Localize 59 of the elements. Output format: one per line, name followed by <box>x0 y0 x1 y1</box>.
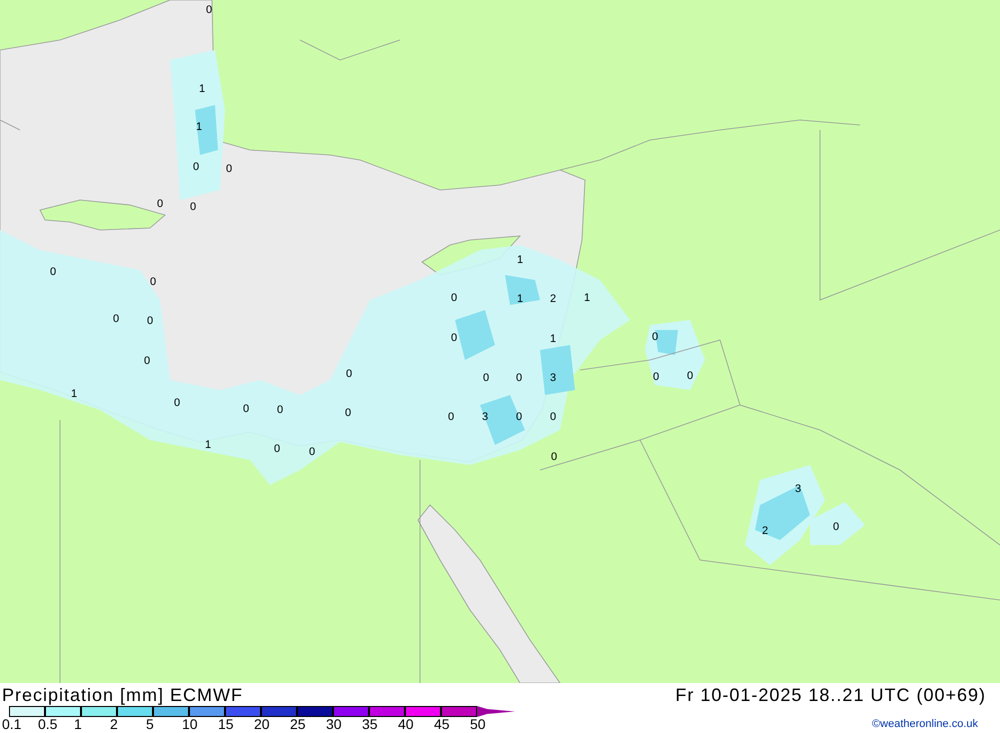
map-value-label: 0 <box>448 412 454 423</box>
map-value-label: 0 <box>687 371 694 382</box>
map-value-label: 1 <box>196 122 202 133</box>
map-value-label: 2 <box>550 294 556 305</box>
map-value-label: 1 <box>205 440 212 451</box>
map-value-label: 0 <box>150 277 156 288</box>
map-value-label: 3 <box>795 484 802 495</box>
legend-label: 0.5 <box>38 717 58 732</box>
map-value-label: 0 <box>346 369 352 380</box>
map-value-label: 0 <box>551 452 558 463</box>
map-value-label: 1 <box>71 389 78 400</box>
legend-label: 0.1 <box>2 717 22 732</box>
map-value-label: 0 <box>483 373 490 384</box>
legend-label: 30 <box>326 717 342 732</box>
valid-time: Fr 10-01-2025 18..21 UTC (00+69) <box>675 684 986 706</box>
map-value-label: 0 <box>113 314 120 325</box>
map-value-label: 0 <box>516 412 522 423</box>
map-value-label: 0 <box>833 522 840 533</box>
map-value-label: 0 <box>174 398 180 409</box>
map-value-label: 0 <box>274 444 280 455</box>
map-value-label: 0 <box>653 372 660 383</box>
legend-label: 45 <box>434 717 450 732</box>
legend-label: 2 <box>110 717 118 732</box>
legend-label: 25 <box>290 717 306 732</box>
legend-label: 50 <box>470 717 486 732</box>
map-value-label: 0 <box>206 5 212 16</box>
map-value-label: 1 <box>199 84 206 95</box>
map-value-label: 0 <box>652 332 658 343</box>
legend-label: 20 <box>254 717 270 732</box>
map-value-label: 1 <box>517 294 524 305</box>
legend-label: 10 <box>182 717 198 732</box>
map-value-label: 0 <box>243 404 250 415</box>
legend-label: 15 <box>218 717 234 732</box>
map-value-label: 0 <box>345 408 352 419</box>
map-value-label: 0 <box>516 373 522 384</box>
map-value-label: 3 <box>482 412 488 423</box>
map-value-label: 0 <box>309 447 316 458</box>
map-value-label: 3 <box>550 373 556 384</box>
legend-label: 1 <box>74 717 82 732</box>
map-value-label: 0 <box>190 202 196 213</box>
map-value-label: 0 <box>550 412 556 423</box>
map-value-label: 0 <box>50 267 56 278</box>
map-value-label: 1 <box>517 255 524 266</box>
legend-label: 35 <box>362 717 378 732</box>
map-value-label: 0 <box>193 162 200 173</box>
credit-link[interactable]: ©weatheronline.co.uk <box>872 716 978 732</box>
map-value-label: 0 <box>277 405 284 416</box>
legend-label: 40 <box>398 717 414 732</box>
map-value-label: 0 <box>451 293 458 304</box>
map-value-label: 0 <box>147 316 154 327</box>
map-value-label: 1 <box>584 293 590 304</box>
map-value-label: 1 <box>550 334 556 345</box>
map-value-label: 0 <box>226 164 232 175</box>
map-value-label: 2 <box>762 526 768 537</box>
chart-title: Precipitation [mm] ECMWF <box>2 684 244 706</box>
map-value-label: 0 <box>451 333 458 344</box>
map-value-label: 0 <box>157 199 164 210</box>
map-value-label: 0 <box>144 356 150 367</box>
legend-label: 5 <box>146 717 154 732</box>
